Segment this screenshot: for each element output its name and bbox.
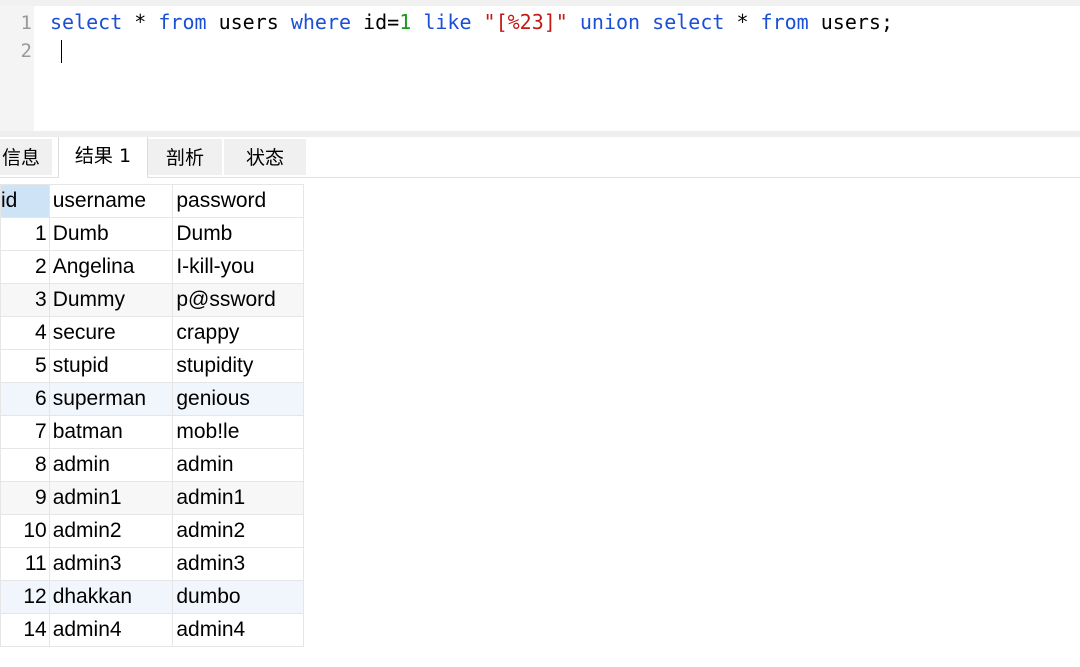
cell-id[interactable]: 2 — [0, 250, 50, 284]
tab-result-1[interactable]: 结果 1 — [58, 137, 148, 178]
cell-username[interactable]: dhakkan — [48, 580, 174, 614]
sql-keyword: like — [423, 10, 472, 34]
cell-username[interactable]: Dummy — [48, 283, 174, 317]
cell-id[interactable]: 8 — [0, 448, 50, 482]
cell-username[interactable]: batman — [48, 415, 174, 449]
cell-password[interactable]: p@ssword — [172, 283, 304, 317]
result-tabs: 信息 结果 1 剖析 状态 — [0, 137, 1080, 178]
sql-string: "[%23]" — [483, 10, 568, 34]
table-row[interactable]: 7 batman mob!le — [0, 415, 304, 449]
result-grid: id username password 1 Dumb Dumb 2 Angel… — [0, 184, 304, 647]
cell-id[interactable]: 12 — [0, 580, 50, 614]
table-row[interactable]: 9 admin1 admin1 — [0, 481, 304, 515]
sql-number: 1 — [399, 10, 412, 34]
sql-token: * — [724, 10, 761, 34]
table-row[interactable]: 11 admin3 admin3 — [0, 547, 304, 581]
cell-username[interactable]: Dumb — [48, 217, 174, 251]
sql-keyword: from — [760, 10, 809, 34]
sql-editor[interactable]: 1 2 select * from users where id=1 like … — [0, 6, 1080, 131]
cell-password[interactable]: admin2 — [172, 514, 304, 548]
table-row[interactable]: 14 admin4 admin4 — [0, 613, 304, 647]
cell-id[interactable]: 5 — [0, 349, 50, 383]
table-row[interactable]: 2 Angelina I-kill-you — [0, 250, 304, 284]
sql-keyword: select — [652, 10, 725, 34]
cell-username[interactable]: secure — [48, 316, 174, 350]
cell-username[interactable]: stupid — [48, 349, 174, 383]
cell-username[interactable]: admin — [48, 448, 174, 482]
cell-password[interactable]: genious — [172, 382, 304, 416]
tab-info[interactable]: 信息 — [0, 139, 52, 175]
cell-password[interactable]: I-kill-you — [172, 250, 304, 284]
text-caret — [61, 40, 62, 63]
cell-password[interactable]: admin1 — [172, 481, 304, 515]
cell-password[interactable]: admin3 — [172, 547, 304, 581]
cell-username[interactable]: admin1 — [48, 481, 174, 515]
sql-token: users — [206, 10, 291, 34]
column-header-id[interactable]: id — [0, 184, 50, 218]
sql-keyword: from — [158, 10, 207, 34]
cell-password[interactable]: Dumb — [172, 217, 304, 251]
cell-username[interactable]: superman — [48, 382, 174, 416]
table-row[interactable]: 5 stupid stupidity — [0, 349, 304, 383]
sql-keyword: select — [50, 10, 123, 34]
cell-password[interactable]: stupidity — [172, 349, 304, 383]
navicat-query-window: 1 2 select * from users where id=1 like … — [0, 0, 1080, 667]
cell-password[interactable]: mob!le — [172, 415, 304, 449]
cell-username[interactable]: admin3 — [48, 547, 174, 581]
tab-status[interactable]: 状态 — [224, 139, 306, 175]
table-row[interactable]: 8 admin admin — [0, 448, 304, 482]
line-number: 1 — [20, 12, 32, 34]
cell-password[interactable]: admin4 — [172, 613, 304, 647]
table-row[interactable]: 4 secure crappy — [0, 316, 304, 350]
cell-id[interactable]: 4 — [0, 316, 50, 350]
tab-profile[interactable]: 剖析 — [148, 139, 222, 175]
line-number-gutter: 1 2 — [0, 6, 34, 131]
table-row[interactable]: 12 dhakkan dumbo — [0, 580, 304, 614]
cell-id[interactable]: 11 — [0, 547, 50, 581]
cell-id[interactable]: 9 — [0, 481, 50, 515]
cell-id[interactable]: 1 — [0, 217, 50, 251]
sql-token: * — [122, 10, 159, 34]
table-row[interactable]: 3 Dummy p@ssword — [0, 283, 304, 317]
cell-password[interactable]: crappy — [172, 316, 304, 350]
cell-id[interactable]: 6 — [0, 382, 50, 416]
cell-username[interactable]: admin4 — [48, 613, 174, 647]
column-header-password[interactable]: password — [172, 184, 304, 218]
table-row[interactable]: 6 superman genious — [0, 382, 304, 416]
cell-id[interactable]: 3 — [0, 283, 50, 317]
sql-token: id= — [351, 10, 400, 34]
grid-header-row: id username password — [0, 184, 304, 218]
cell-password[interactable]: dumbo — [172, 580, 304, 614]
cell-password[interactable]: admin — [172, 448, 304, 482]
sql-keyword: where — [290, 10, 352, 34]
cell-id[interactable]: 7 — [0, 415, 50, 449]
cell-id[interactable]: 14 — [0, 613, 50, 647]
table-row[interactable]: 10 admin2 admin2 — [0, 514, 304, 548]
sql-query-line[interactable]: select * from users where id=1 like "[%2… — [50, 7, 893, 37]
sql-token: users; — [808, 10, 893, 34]
column-header-username[interactable]: username — [48, 184, 174, 218]
cell-id[interactable]: 10 — [0, 514, 50, 548]
cell-username[interactable]: Angelina — [48, 250, 174, 284]
cell-username[interactable]: admin2 — [48, 514, 174, 548]
table-row[interactable]: 1 Dumb Dumb — [0, 217, 304, 251]
sql-keyword: union — [579, 10, 641, 34]
line-number: 2 — [20, 40, 32, 62]
